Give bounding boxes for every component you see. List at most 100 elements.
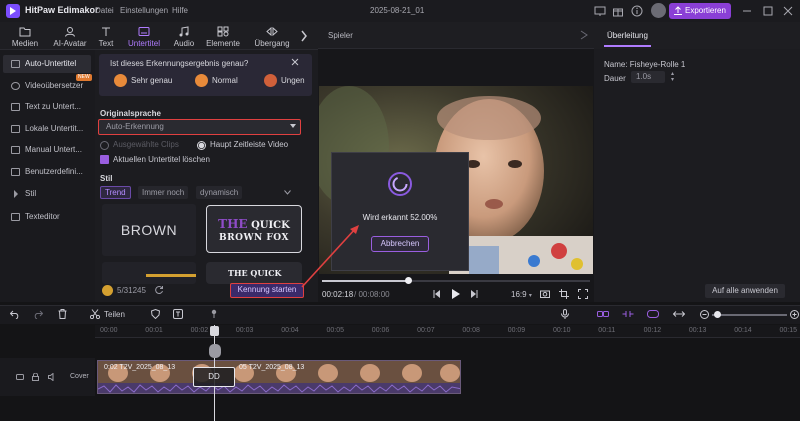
zoom-in-icon[interactable] — [790, 310, 799, 319]
menu-einstellungen[interactable]: Einstellungen — [120, 6, 168, 15]
text-icon — [102, 27, 110, 36]
chevron-down-icon — [290, 124, 296, 128]
source-language-value: Auto-Erkennung — [106, 122, 164, 131]
style-tab-trend[interactable]: Trend — [100, 186, 131, 199]
delete-current-subtitle-checkbox[interactable]: Aktuellen Untertitel löschen — [100, 154, 210, 165]
style-card-partial-text: THE QUICK — [228, 268, 282, 278]
playhead-handle[interactable] — [209, 344, 221, 358]
ruler-tick-label: 00:03 — [235, 327, 254, 334]
refresh-icon[interactable] — [154, 285, 164, 295]
cancel-button[interactable]: Abbrechen — [371, 236, 429, 252]
previous-frame-icon[interactable] — [433, 290, 441, 298]
zoom-out-icon[interactable] — [700, 310, 709, 319]
menu-datei[interactable]: Datei — [95, 6, 114, 15]
sidebar-item-lokale-untertitel[interactable]: Lokale Untertit... — [3, 120, 91, 138]
sidebar-item-text-zu-untertitel[interactable]: Text zu Untert... — [3, 98, 91, 116]
maximize-icon[interactable] — [762, 5, 774, 17]
sidebar-item-benutzerdefiniert[interactable]: Benutzerdefini... — [3, 163, 91, 181]
style-tab-dynamisch[interactable]: dynamisch — [196, 186, 243, 199]
delete-icon[interactable] — [58, 309, 67, 319]
feedback-normal-button[interactable]: Normal — [195, 73, 238, 89]
sidebar-item-manual-untertitel[interactable]: Manual Untert... — [3, 141, 91, 159]
duration-input[interactable]: 1.0s ▴ ▾ — [631, 71, 674, 83]
redo-icon[interactable] — [33, 310, 43, 319]
playhead-marker[interactable] — [210, 326, 219, 336]
sidebar-item-label: Videoübersetzer — [25, 81, 84, 90]
player-more-icon[interactable] — [580, 30, 588, 40]
stepper-arrows-icon[interactable]: ▴ ▾ — [671, 71, 674, 83]
transition-name: Name: Fisheye-Rolle 1 — [604, 60, 686, 69]
style-dropdown-icon[interactable] — [284, 190, 291, 195]
shield-icon[interactable] — [151, 309, 160, 319]
tool-untertitel[interactable]: Untertitel — [124, 22, 164, 50]
sidebar-item-label: Benutzerdefini... — [25, 167, 83, 176]
tool-elemente[interactable]: Elemente — [203, 22, 243, 50]
toolbar-scroll-right-icon[interactable] — [300, 30, 308, 42]
tool-audio[interactable]: Audio — [170, 22, 198, 50]
user-avatar[interactable] — [651, 3, 666, 18]
monitor-icon[interactable] — [594, 5, 606, 17]
export-button[interactable]: Exportieren — [669, 3, 731, 19]
apply-to-all-button[interactable]: Auf alle anwenden — [705, 284, 785, 298]
fit-timeline-icon[interactable] — [673, 310, 685, 318]
text-editor-icon — [11, 213, 20, 221]
tool-medien[interactable]: Medien — [6, 22, 44, 50]
gift-icon[interactable] — [612, 5, 624, 17]
cover-label[interactable]: Cover — [70, 373, 89, 380]
radio-selected-clips[interactable]: Ausgewählte Clips — [100, 139, 179, 151]
sidebar-item-texteditor[interactable]: Texteditor — [3, 208, 91, 226]
microphone-icon[interactable] — [561, 309, 569, 319]
ruler-tick-label: 00:11 — [598, 327, 616, 334]
translate-icon — [11, 82, 20, 90]
source-language-select[interactable]: Auto-Erkennung — [98, 119, 301, 135]
radio-label: Ausgewählte Clips — [113, 140, 179, 149]
split-label[interactable]: Teilen — [104, 310, 125, 319]
duration-value: 1.0s — [636, 72, 652, 81]
checkbox-label: Aktuellen Untertitel löschen — [113, 155, 210, 164]
close-icon[interactable] — [782, 5, 794, 17]
style-card-quick-brown-fox[interactable]: THE QUICK BROWN FOX — [206, 205, 302, 253]
style-card-line-2: BROWN FOX — [219, 233, 289, 243]
feedback-sehr-genau-button[interactable]: Sehr genau — [114, 73, 172, 89]
sidebar-item-auto-untertitel[interactable]: Auto-Untertitel — [3, 55, 91, 73]
playback-progress-handle[interactable] — [405, 277, 412, 284]
undo-icon[interactable] — [10, 310, 20, 319]
properties-panel — [594, 49, 800, 302]
snapshot-icon[interactable] — [540, 289, 550, 298]
crop-icon[interactable] — [559, 289, 569, 299]
link-clip-icon[interactable] — [597, 310, 609, 318]
scissors-icon[interactable] — [90, 309, 100, 319]
sidebar-item-stil[interactable]: Stil — [3, 185, 91, 203]
radio-main-timeline-video[interactable]: Haupt Zeitleiste Video — [197, 139, 288, 151]
text-box-icon[interactable] — [173, 309, 183, 319]
more-options-icon[interactable] — [210, 308, 218, 318]
style-card-partial-quick[interactable]: THE QUICK — [206, 262, 302, 284]
magnet-icon[interactable] — [647, 310, 659, 318]
style-tab-immer-noch[interactable]: Immer noch — [138, 186, 189, 199]
tool-label: AI-Avatar — [53, 39, 87, 48]
timeline-zoom-handle[interactable] — [714, 311, 721, 318]
play-icon[interactable] — [451, 289, 460, 299]
minimize-icon[interactable] — [741, 5, 753, 17]
fullscreen-icon[interactable] — [578, 289, 588, 299]
menu-hilfe[interactable]: Hilfe — [172, 6, 188, 15]
timeline-zoom-slider[interactable] — [712, 314, 787, 316]
feedback-ungenau-button[interactable]: Ungen — [264, 73, 305, 89]
next-frame-icon[interactable] — [470, 290, 478, 298]
start-recognition-button[interactable]: Kennung starten — [230, 283, 304, 298]
tool-text[interactable]: Text — [95, 22, 117, 50]
feedback-close-icon[interactable] — [291, 58, 299, 66]
info-icon[interactable] — [631, 5, 643, 17]
loading-spinner-icon — [386, 170, 414, 198]
snap-icon[interactable] — [622, 310, 634, 318]
manual-subtitle-icon — [11, 146, 20, 154]
track-lock-icon[interactable] — [32, 373, 39, 381]
tool-ai-avatar[interactable]: AI-Avatar — [48, 22, 92, 50]
style-card-brown[interactable]: BROWN — [102, 204, 196, 256]
tool-uebergang[interactable]: Übergang — [249, 22, 295, 50]
tab-ueberleitung[interactable]: Überleitung — [604, 27, 651, 47]
track-audio-icon[interactable] — [48, 373, 56, 381]
aspect-ratio-select[interactable]: 16:9 ▾ — [511, 290, 532, 299]
track-visibility-icon[interactable] — [16, 374, 24, 380]
style-card-partial[interactable] — [102, 262, 196, 284]
